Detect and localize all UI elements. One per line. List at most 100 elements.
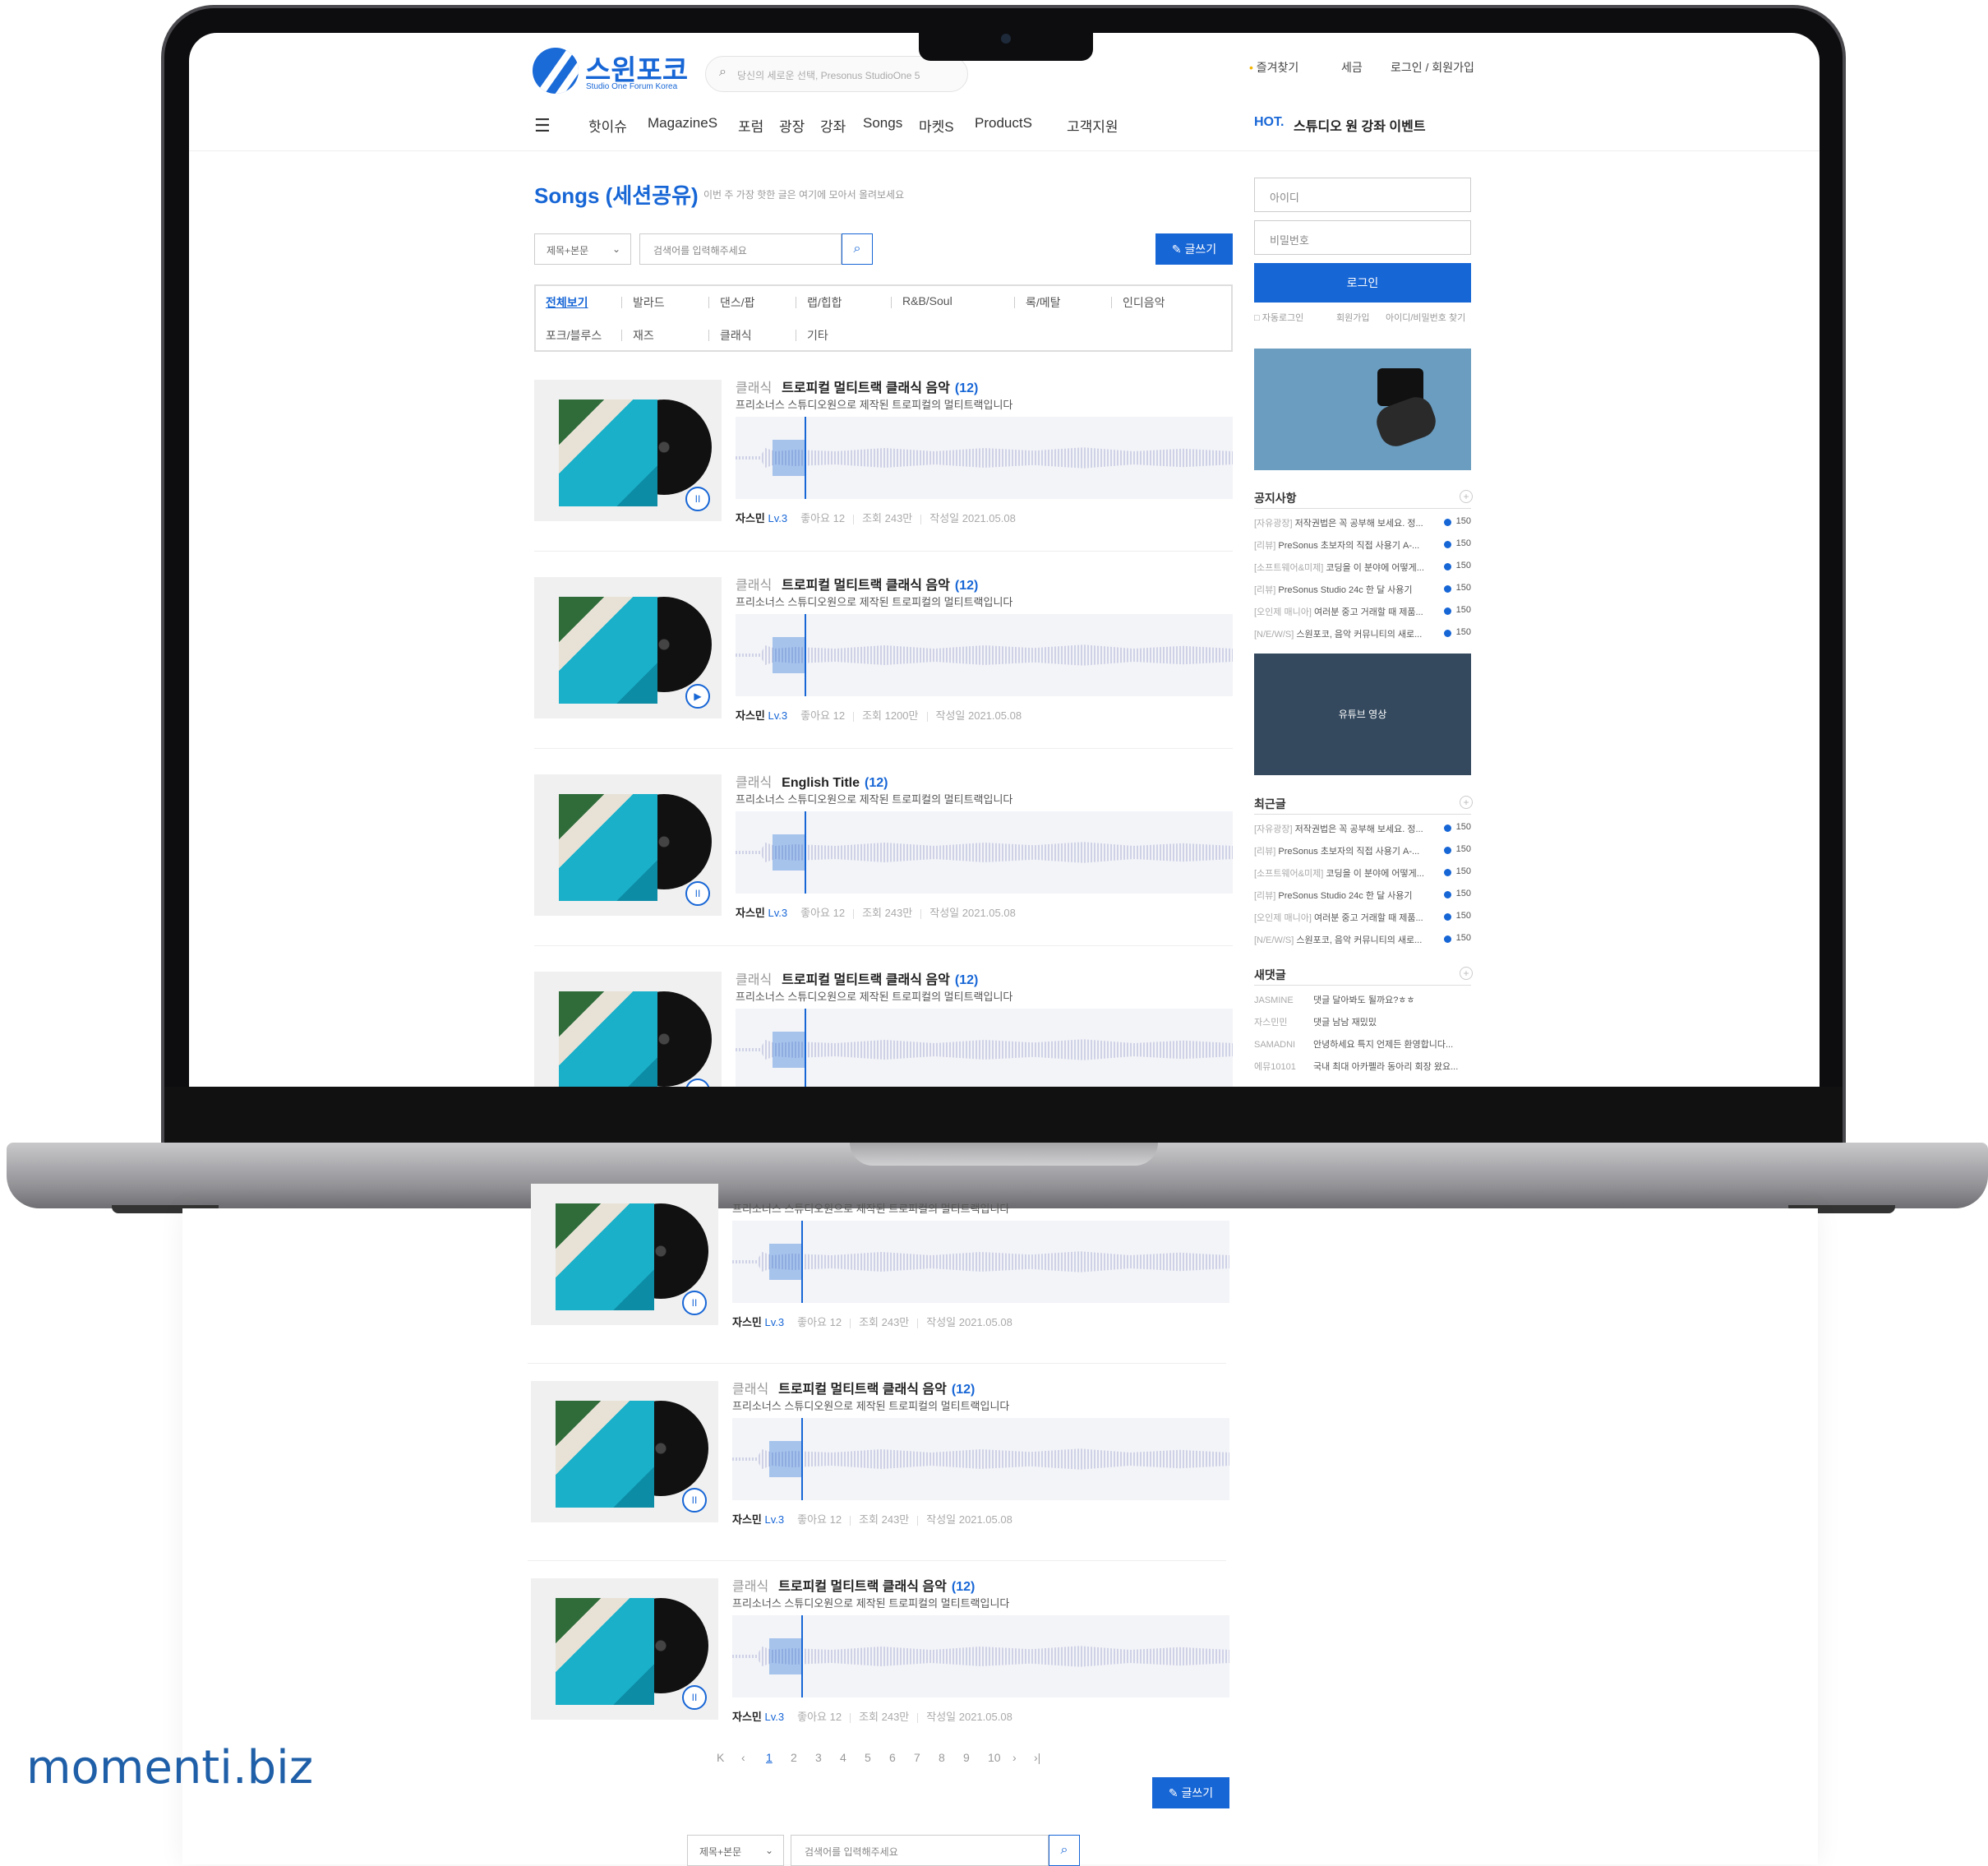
author-name[interactable]: 자스민 [736, 907, 765, 919]
playhead[interactable] [801, 1615, 803, 1697]
bottom-search-input[interactable]: 검색어를 입력해주세요 [791, 1835, 1049, 1866]
comment-item[interactable]: SAMADNI 안녕하세요 특지 언제든 환영합니다... [1254, 1037, 1453, 1051]
song-item[interactable]: II 클래식 트로피컬 멀티트랙 클래식 음악 (12) 프리소너스 스튜디오원으로 제… [534, 972, 1233, 1087]
waveform[interactable] [732, 1418, 1229, 1500]
sidebar-post-item[interactable]: [N/E/W/S] 스원포코, 음악 커뮤니티의 새로... 150 [1254, 627, 1471, 640]
nav-item[interactable]: MagazineS [648, 115, 717, 132]
prev-page-icon[interactable]: ‹ [741, 1751, 745, 1764]
song-title[interactable]: 트로피컬 멀티트랙 클래식 음악 [778, 1580, 947, 1594]
auto-login-checkbox[interactable]: □ 자동로그인 [1254, 311, 1303, 324]
author-name[interactable]: 자스민 [732, 1513, 762, 1526]
search-filter-select[interactable]: 제목+본문 ⌄ [534, 233, 631, 265]
sidebar-post-item[interactable]: [리뷰] PreSonus 초보자의 직접 사용기 A-... 150 [1254, 844, 1471, 857]
song-item[interactable]: II 클래식 트로피컬 멀티트랙 클래식 음악 (12) 프리소너스 스튜디오원으로 제… [531, 1381, 1229, 1545]
find-account-link[interactable]: 아이디/비밀번호 찾기 [1386, 311, 1465, 324]
song-title[interactable]: 트로피컬 멀티트랙 클래식 음악 [778, 1383, 947, 1397]
nav-item[interactable]: 강좌 [820, 115, 846, 136]
album-cover[interactable]: II [531, 1578, 718, 1720]
playhead[interactable] [805, 1009, 806, 1087]
song-title[interactable]: 트로피컬 멀티트랙 클래식 음악 [782, 973, 950, 987]
plus-icon[interactable]: + [1460, 796, 1473, 809]
util-link[interactable]: 세금 [1341, 59, 1363, 76]
favorites-link[interactable]: • 즐겨찾기 [1249, 59, 1298, 76]
header-search[interactable]: ⌕ 당신의 세로운 선택, Presonus StudioOne 5 [705, 56, 968, 92]
nav-item[interactable]: 마켓S [919, 115, 954, 136]
song-item[interactable]: II 클래식 트로피컬 멀티트랙 클래식 음악 (12) 프리소너스 스튜디오원으로 제… [531, 1578, 1229, 1743]
waveform[interactable] [736, 811, 1233, 894]
page-number[interactable]: 2 [791, 1751, 797, 1764]
category-tab[interactable]: R&B/Soul [902, 294, 952, 307]
category-tab[interactable]: 랩/힙합 [807, 294, 842, 311]
page-number[interactable]: 5 [865, 1751, 871, 1764]
play-icon[interactable]: ▶ [685, 684, 710, 709]
pause-icon[interactable]: II [685, 881, 710, 906]
sidebar-post-item[interactable]: [리뷰] PreSonus Studio 24c 한 달 사용기 150 [1254, 889, 1471, 902]
last-page-icon[interactable]: ›| [1034, 1751, 1040, 1764]
bottom-search-button[interactable]: ⌕ [1049, 1835, 1080, 1866]
write-button-bottom[interactable]: ✎ 글쓰기 [1152, 1777, 1229, 1808]
board-search-input[interactable]: 검색어를 입력해주세요 [639, 233, 842, 265]
comment-item[interactable]: JASMINE 댓글 달아봐도 될까요?ㅎㅎ [1254, 993, 1415, 1006]
author-name[interactable]: 자스민 [736, 709, 765, 722]
login-signup-link[interactable]: 로그인 / 회원가입 [1391, 59, 1474, 76]
song-item[interactable]: II 클래식 트로피컬 멀티트랙 클래식 음악 (12) 프리소너스 스튜디오원으로 제… [534, 380, 1233, 544]
song-title[interactable]: English Title [782, 776, 860, 790]
song-item[interactable]: II 클래식 English Title (12) 프리소너스 스튜디오원으로 제작된 … [534, 774, 1233, 939]
sidebar-post-item[interactable]: [소프트웨어&미제] 코딩을 이 분야에 어떻게... 150 [1254, 866, 1471, 880]
waveform[interactable] [732, 1615, 1229, 1697]
id-field[interactable]: 아이디 [1254, 178, 1471, 212]
album-cover[interactable]: II [534, 774, 722, 916]
login-button[interactable]: 로그인 [1254, 263, 1471, 303]
waveform[interactable] [736, 1009, 1233, 1087]
song-title[interactable]: 트로피컬 멀티트랙 클래식 음악 [782, 579, 950, 593]
playhead[interactable] [801, 1221, 803, 1303]
page-number[interactable]: 1 [766, 1751, 773, 1764]
sidebar-post-item[interactable]: [리뷰] PreSonus Studio 24c 한 달 사용기 150 [1254, 583, 1471, 596]
playhead[interactable] [805, 614, 806, 696]
waveform[interactable] [736, 417, 1233, 499]
page-number[interactable]: 9 [963, 1751, 970, 1764]
author-name[interactable]: 자스민 [732, 1316, 762, 1328]
author-name[interactable]: 자스민 [732, 1711, 762, 1723]
plus-icon[interactable]: + [1460, 490, 1473, 503]
sidebar-post-item[interactable]: [N/E/W/S] 스원포코, 음악 커뮤니티의 새로... 150 [1254, 933, 1471, 946]
page-number[interactable]: 6 [889, 1751, 896, 1764]
nav-item[interactable]: Songs [863, 115, 902, 132]
hot-event-link[interactable]: 스튜디오 원 강좌 이벤트 [1294, 115, 1426, 135]
page-number[interactable]: 10 [988, 1751, 1001, 1764]
sidebar-post-item[interactable]: [자유광장] 저작권법은 꼭 공부해 보세요. 정... 150 [1254, 516, 1471, 529]
pause-icon[interactable]: II [682, 1488, 707, 1513]
song-item[interactable]: ▶ 클래식 트로피컬 멀티트랙 클래식 음악 (12) 프리소너스 스튜디오원으로 제작… [534, 577, 1233, 741]
category-tab[interactable]: 댄스/팝 [720, 294, 755, 311]
menu-icon[interactable]: ☰ [534, 115, 551, 136]
author-name[interactable]: 자스민 [736, 512, 765, 524]
playhead[interactable] [801, 1418, 803, 1500]
nav-item[interactable]: 핫이슈 [588, 115, 627, 136]
album-cover[interactable]: II [531, 1381, 718, 1522]
first-page-icon[interactable]: K [717, 1751, 724, 1764]
password-field[interactable]: 비밀번호 [1254, 220, 1471, 255]
sidebar-post-item[interactable]: [자유광장] 저작권법은 꼭 공부해 보세요. 정... 150 [1254, 822, 1471, 835]
category-tab[interactable]: 발라드 [633, 294, 665, 311]
album-cover[interactable]: II [531, 1184, 718, 1325]
album-cover[interactable]: ▶ [534, 577, 722, 718]
album-cover[interactable]: II [534, 972, 722, 1087]
page-number[interactable]: 7 [914, 1751, 920, 1764]
join-link[interactable]: 회원가입 [1336, 311, 1369, 324]
comment-item[interactable]: 에뮤10101 국내 최대 아카펠라 동아리 회장 왔요... [1254, 1060, 1458, 1073]
nav-item[interactable]: 고객지원 [1067, 115, 1119, 136]
nav-item[interactable]: 포럼 [738, 115, 763, 136]
playhead[interactable] [805, 417, 806, 499]
page-number[interactable]: 3 [815, 1751, 822, 1764]
sidebar-post-item[interactable]: [소프트웨어&미제] 코딩을 이 분야에 어떻게... 150 [1254, 561, 1471, 574]
nav-item[interactable]: 광장 [779, 115, 805, 136]
category-tab[interactable]: 클래식 [720, 327, 752, 344]
category-tab[interactable]: 기타 [807, 327, 828, 344]
page-number[interactable]: 4 [840, 1751, 846, 1764]
song-item[interactable]: II 프리소너스 스튜디오원으로 제작된 트로피컬의 멀티트랙입니다 자스민 Lv.… [531, 1184, 1229, 1348]
page-number[interactable]: 8 [939, 1751, 945, 1764]
category-tab[interactable]: 재즈 [633, 327, 654, 344]
pause-icon[interactable]: II [682, 1685, 707, 1710]
next-page-icon[interactable]: › [1012, 1751, 1017, 1764]
pause-icon[interactable]: II [682, 1291, 707, 1315]
